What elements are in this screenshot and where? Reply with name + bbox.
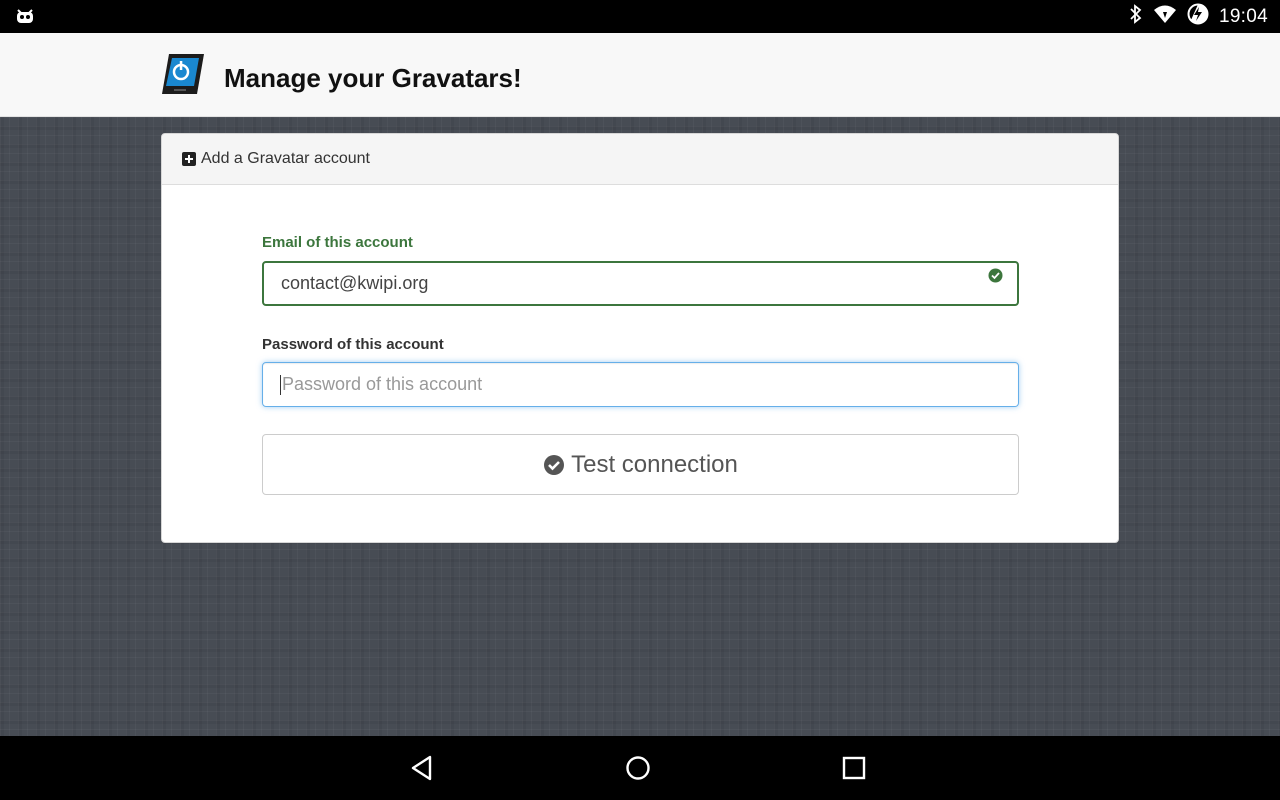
navigation-bar xyxy=(0,736,1280,800)
password-label: Password of this account xyxy=(262,336,444,353)
text-cursor xyxy=(280,374,281,395)
check-circle-icon xyxy=(988,267,1003,283)
page-title: Manage your Gravatars! xyxy=(224,63,522,93)
home-icon[interactable] xyxy=(622,752,654,784)
check-circle-icon xyxy=(543,454,565,476)
password-field[interactable]: Password of this account xyxy=(262,362,1019,407)
panel-heading: Add a Gravatar account xyxy=(162,134,1118,185)
bluetooth-icon xyxy=(1129,4,1143,29)
test-connection-label: Test connection xyxy=(571,450,738,478)
email-field[interactable]: contact@kwipi.org xyxy=(262,261,1019,306)
status-bar: 19:04 xyxy=(0,0,1280,33)
email-value: contact@kwipi.org xyxy=(281,273,429,293)
panel-heading-text: Add a Gravatar account xyxy=(201,150,370,167)
battery-charging-icon xyxy=(1187,3,1209,30)
clock: 19:04 xyxy=(1218,5,1268,27)
recents-icon[interactable] xyxy=(838,752,870,784)
test-connection-button[interactable]: Test connection xyxy=(262,434,1019,495)
app-header: Manage your Gravatars! xyxy=(0,33,1280,117)
add-account-panel: Add a Gravatar account Email of this acc… xyxy=(161,133,1119,543)
email-label: Email of this account xyxy=(262,234,413,251)
gravatar-app-logo xyxy=(160,52,206,98)
android-debug-icon xyxy=(14,6,36,26)
plus-square-icon xyxy=(182,152,196,166)
back-icon[interactable] xyxy=(406,752,438,784)
status-icons: 19:04 xyxy=(1129,0,1268,33)
wifi-icon xyxy=(1153,4,1177,29)
password-placeholder: Password of this account xyxy=(282,374,483,394)
